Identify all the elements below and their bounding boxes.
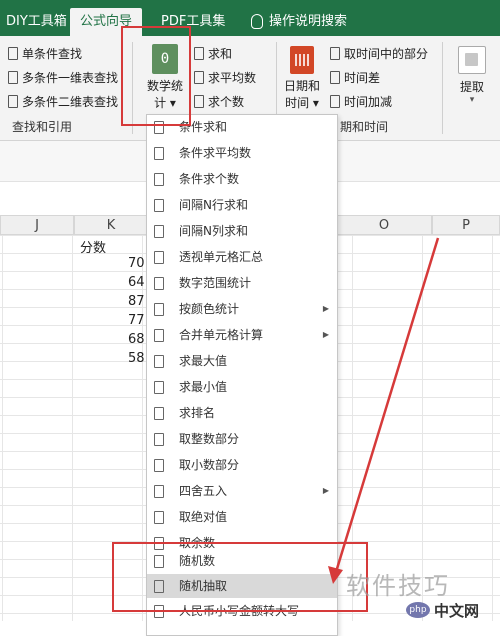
php-logo: php bbox=[406, 602, 430, 618]
annotation-arrow bbox=[328, 237, 440, 584]
watermark-site: 中文网 bbox=[434, 602, 480, 620]
watermark-text: 软件技巧 bbox=[346, 572, 450, 600]
